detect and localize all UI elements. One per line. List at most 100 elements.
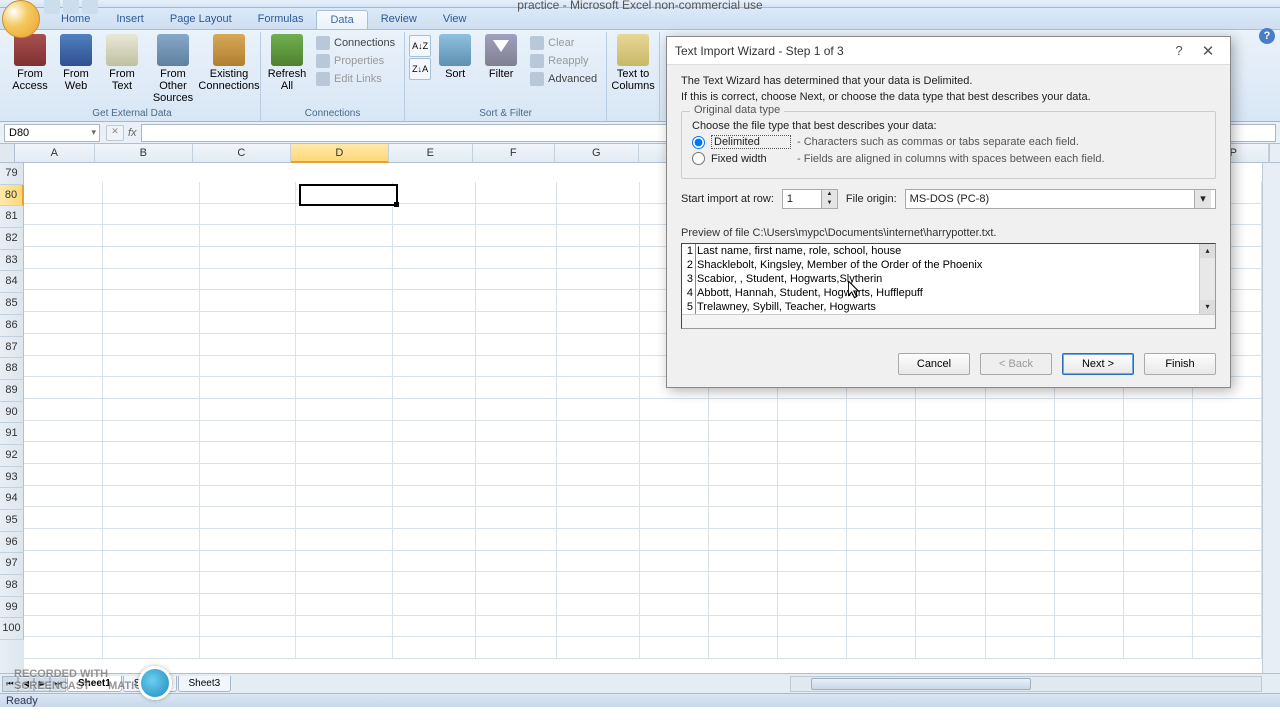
cell[interactable] [709,529,778,551]
cell[interactable] [778,464,847,486]
cell[interactable] [296,182,393,204]
cell[interactable] [476,334,557,356]
cell[interactable] [557,486,640,508]
cell[interactable] [393,464,476,486]
fixed-width-radio[interactable] [692,152,705,165]
cell[interactable] [476,572,557,594]
row-header[interactable]: 89 [0,380,24,402]
row-header[interactable]: 100 [0,618,24,640]
delimited-label[interactable]: Delimited [711,135,791,149]
cell[interactable] [557,572,640,594]
name-box[interactable]: D80 [4,124,100,142]
cell[interactable] [557,551,640,573]
cell[interactable] [986,616,1055,638]
row-header[interactable]: 80 [0,185,24,207]
row-header[interactable]: 99 [0,597,24,619]
cell[interactable] [709,616,778,638]
cell[interactable] [103,290,200,312]
filter-button[interactable]: Filter [479,32,523,107]
cell[interactable] [640,551,709,573]
cell[interactable] [393,442,476,464]
cell[interactable] [393,377,476,399]
cell[interactable] [296,572,393,594]
cell[interactable] [200,572,297,594]
cell[interactable] [296,594,393,616]
cell[interactable] [709,507,778,529]
cell[interactable] [1055,507,1124,529]
cell[interactable] [986,442,1055,464]
cell[interactable] [986,551,1055,573]
cell[interactable] [916,637,985,659]
cell[interactable] [1124,399,1193,421]
cell[interactable] [24,507,103,529]
cell[interactable] [640,529,709,551]
cell[interactable] [103,551,200,573]
from-text-button[interactable]: From Text [100,32,144,107]
column-header[interactable]: G [555,144,639,163]
column-header[interactable]: D [291,144,389,163]
cell[interactable] [393,182,476,204]
fx-icon[interactable]: fx [128,127,137,139]
cell[interactable] [476,486,557,508]
row-header[interactable]: 95 [0,510,24,532]
cell[interactable] [640,507,709,529]
cell[interactable] [200,442,297,464]
cell[interactable] [24,572,103,594]
row-header[interactable]: 83 [0,250,24,272]
cell[interactable] [916,399,985,421]
delimited-radio[interactable] [692,136,705,149]
cell[interactable] [778,594,847,616]
spinner-up-icon[interactable]: ▲ [821,190,837,199]
cell[interactable] [557,464,640,486]
cell[interactable] [1193,637,1262,659]
cell[interactable] [778,529,847,551]
cell[interactable] [476,594,557,616]
cell[interactable] [640,421,709,443]
cell[interactable] [709,551,778,573]
fixed-width-label[interactable]: Fixed width [711,153,791,165]
cell[interactable] [476,312,557,334]
cell[interactable] [557,204,640,226]
cell[interactable] [476,464,557,486]
cell[interactable] [640,616,709,638]
cell[interactable] [476,182,557,204]
cell[interactable] [557,594,640,616]
cell[interactable] [296,356,393,378]
cell[interactable] [393,334,476,356]
cell[interactable] [24,551,103,573]
row-header[interactable]: 82 [0,228,24,250]
cell[interactable] [393,247,476,269]
cell[interactable] [103,594,200,616]
cell[interactable] [393,529,476,551]
cell[interactable] [986,507,1055,529]
cell[interactable] [1124,572,1193,594]
cell[interactable] [200,399,297,421]
cell[interactable] [393,421,476,443]
cell[interactable] [24,356,103,378]
cell[interactable] [103,464,200,486]
cell[interactable] [640,486,709,508]
cell[interactable] [103,421,200,443]
cell[interactable] [1055,442,1124,464]
cell[interactable] [778,637,847,659]
cell[interactable] [1193,572,1262,594]
column-header[interactable]: E [389,144,473,163]
cell[interactable] [778,616,847,638]
cell[interactable] [393,507,476,529]
cell[interactable] [557,225,640,247]
cell[interactable] [476,551,557,573]
cancel-button[interactable]: Cancel [898,353,970,375]
cell[interactable] [393,356,476,378]
sort-asc-button[interactable]: A↓Z [409,35,431,57]
column-header[interactable]: A [15,144,95,163]
cell[interactable] [640,594,709,616]
cell[interactable] [709,572,778,594]
cell[interactable] [393,551,476,573]
cell[interactable] [24,312,103,334]
cell[interactable] [986,529,1055,551]
row-header[interactable]: 92 [0,445,24,467]
cell[interactable] [1193,464,1262,486]
cell[interactable] [296,486,393,508]
cell[interactable] [393,225,476,247]
row-header[interactable]: 97 [0,553,24,575]
